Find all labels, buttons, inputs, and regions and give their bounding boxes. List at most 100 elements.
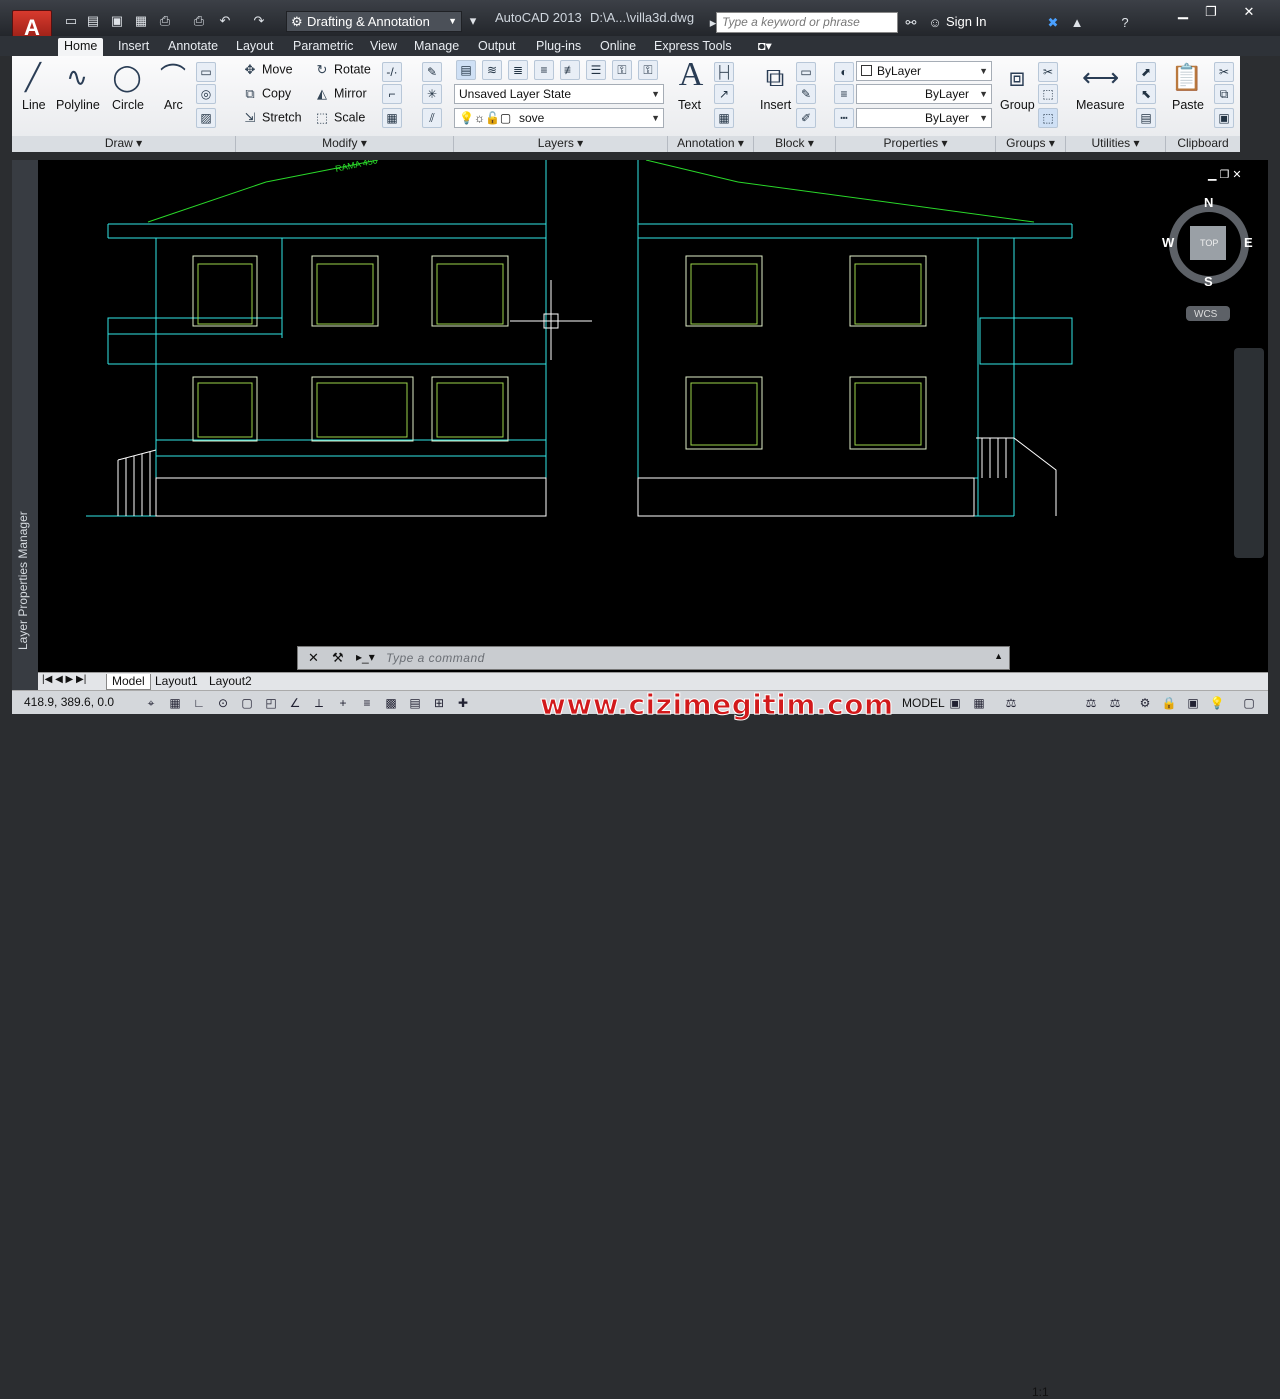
scale-button[interactable]: ⬚ Scale (314, 110, 365, 126)
ungroup-icon[interactable]: ✂ (1038, 62, 1058, 82)
print-icon[interactable]: ⎙ (190, 12, 208, 30)
hardware-accel-icon[interactable]: ▣ (1184, 694, 1202, 712)
workspace-switch-icon[interactable]: ⚙ (1136, 694, 1154, 712)
stretch-button[interactable]: ⇲ Stretch (242, 110, 302, 126)
erase-icon[interactable]: ✎ (422, 62, 442, 82)
move-button[interactable]: ✥ Move (242, 62, 293, 78)
layer-off-icon[interactable]: ≢ (560, 60, 580, 80)
annotation-scale[interactable]: 1:1 (1032, 1385, 1049, 1399)
utilities-panel-title[interactable]: Utilities ▾ (1066, 136, 1166, 152)
plot-icon[interactable]: ⎙ (156, 12, 174, 30)
match-properties-icon[interactable]: ◐ (834, 62, 854, 82)
tab-view[interactable]: View (364, 38, 403, 56)
mirror-button[interactable]: ◭ Mirror (314, 86, 367, 102)
draw-panel-title[interactable]: Draw ▾ (12, 136, 236, 152)
arc-button[interactable]: Arc (164, 98, 183, 112)
ellipse-icon[interactable]: ◎ (196, 84, 216, 104)
layer-isolate-icon[interactable]: ≡ (534, 60, 554, 80)
save-as-icon[interactable]: ▦ (132, 12, 150, 30)
open-icon[interactable]: ▤ (84, 12, 102, 30)
polyline-icon[interactable]: ∿ (60, 60, 94, 94)
tab-annotate[interactable]: Annotate (162, 38, 224, 56)
dyn-icon[interactable]: + (334, 694, 352, 712)
sc-icon[interactable]: ⊞ (430, 694, 448, 712)
linetype-icon[interactable]: ┅ (834, 108, 854, 128)
exchange-icon[interactable]: ✖ (1044, 14, 1062, 32)
create-block-icon[interactable]: ▭ (796, 62, 816, 82)
save-icon[interactable]: ▣ (108, 12, 126, 30)
ducs-icon[interactable]: ⟂ (310, 694, 328, 712)
layer-match-icon[interactable]: ≋ (482, 60, 502, 80)
layer-properties-icon[interactable]: ▤ (456, 60, 476, 80)
insert-block-icon[interactable]: ⧉ (758, 60, 792, 94)
grid-icon[interactable]: ▦ (166, 694, 184, 712)
trim-icon[interactable]: -/· (382, 62, 402, 82)
layer-unlock-icon[interactable]: ⚿ (638, 60, 658, 80)
layers-panel-title[interactable]: Layers ▾ (454, 136, 668, 152)
polar-icon[interactable]: ⊙ (214, 694, 232, 712)
layer-properties-palette[interactable]: Layer Properties Manager (12, 160, 38, 690)
hatch-icon[interactable]: ▨ (196, 108, 216, 128)
circle-button[interactable]: Circle (112, 98, 144, 112)
quick-view-drawings-icon[interactable]: ▦ (970, 694, 988, 712)
tab-express-tools[interactable]: Express Tools (648, 38, 738, 56)
lock-icon[interactable]: 🔒 (1160, 694, 1178, 712)
binoculars-icon[interactable]: ⚯ (902, 14, 920, 32)
help-icon[interactable]: ? (1116, 14, 1134, 32)
drawing-canvas[interactable]: RAMA 450 ▁ ❐ ✕ TOP N S E W WCS (38, 160, 1268, 672)
rotate-button[interactable]: ↻ Rotate (314, 62, 371, 78)
tab-model[interactable]: Model (106, 674, 151, 690)
model-space-toggle[interactable]: MODEL (902, 696, 945, 710)
linetype-dropdown[interactable]: ByLayer ▼ (856, 84, 992, 104)
command-line[interactable]: ✕ ⚒ ▸_▾ Type a command ▲ (297, 646, 1010, 670)
clean-screen-icon[interactable]: ▢ (1240, 694, 1258, 712)
copy-button[interactable]: ⧉ Copy (242, 86, 291, 102)
undo-icon[interactable]: ↶ (216, 12, 234, 30)
3dosnap-icon[interactable]: ◰ (262, 694, 280, 712)
clipboard-panel-title[interactable]: Clipboard (1166, 136, 1240, 152)
close-button[interactable]: ✕ (1236, 4, 1262, 22)
leader-icon[interactable]: ↗ (714, 84, 734, 104)
fillet-icon[interactable]: ⌐ (382, 84, 402, 104)
measure-icon[interactable]: ⟷ (1082, 60, 1119, 94)
tab-parametric[interactable]: Parametric (287, 38, 359, 56)
arc-icon[interactable]: ⌒ (156, 60, 190, 94)
layer-freeze-icon[interactable]: ☰ (586, 60, 606, 80)
otrack-icon[interactable]: ∠ (286, 694, 304, 712)
autodesk-icon[interactable]: ▲ (1068, 14, 1086, 32)
snap-icon[interactable]: ⌖ (142, 694, 160, 712)
workspace-dropdown[interactable]: ⚙ Drafting & Annotation ▼ (286, 11, 462, 32)
table-icon[interactable]: ▦ (714, 108, 734, 128)
explode-icon[interactable]: ✳ (422, 84, 442, 104)
tab-layout1[interactable]: Layout1 (150, 674, 203, 690)
text-button[interactable]: Text (678, 98, 701, 112)
match-icon[interactable]: ▣ (1214, 108, 1234, 128)
qp-icon[interactable]: ▤ (406, 694, 424, 712)
ribbon-options-icon[interactable]: ◘▾ (752, 38, 778, 56)
group-select-icon[interactable]: ⬚ (1038, 108, 1058, 128)
circle-icon[interactable]: ◯ (110, 60, 144, 94)
ortho-icon[interactable]: ∟ (190, 694, 208, 712)
measure-button[interactable]: Measure (1076, 98, 1125, 112)
polyline-button[interactable]: Polyline (56, 98, 100, 112)
copy-clip-icon[interactable]: ⧉ (1214, 84, 1234, 104)
tab-insert[interactable]: Insert (112, 38, 155, 56)
modify-panel-title[interactable]: Modify ▾ (236, 136, 454, 152)
layer-state-dropdown[interactable]: Unsaved Layer State ▼ (454, 84, 664, 104)
tab-plugins[interactable]: Plug-ins (530, 38, 587, 56)
isolate-objects-icon[interactable]: 💡 (1208, 694, 1226, 712)
groups-panel-title[interactable]: Groups ▾ (996, 136, 1066, 152)
user-icon[interactable]: ☺ (926, 14, 944, 32)
attribute-icon[interactable]: ✐ (796, 108, 816, 128)
layer-previous-icon[interactable]: ≣ (508, 60, 528, 80)
navigation-bar[interactable] (1234, 348, 1264, 558)
sign-in-button[interactable]: Sign In (946, 14, 986, 29)
chevron-up-icon[interactable]: ▲ (994, 651, 1003, 661)
lineweight-icon[interactable]: ≡ (834, 84, 854, 104)
group-icon[interactable]: ⧈ (1000, 60, 1034, 94)
wrench-icon[interactable]: ⚒ (332, 650, 344, 666)
viewcube[interactable]: TOP N S E W WCS (1162, 195, 1253, 321)
close-icon[interactable]: ✕ (308, 650, 319, 666)
transparency-icon[interactable]: ▩ (382, 694, 400, 712)
quick-select-icon[interactable]: ⬈ (1136, 62, 1156, 82)
